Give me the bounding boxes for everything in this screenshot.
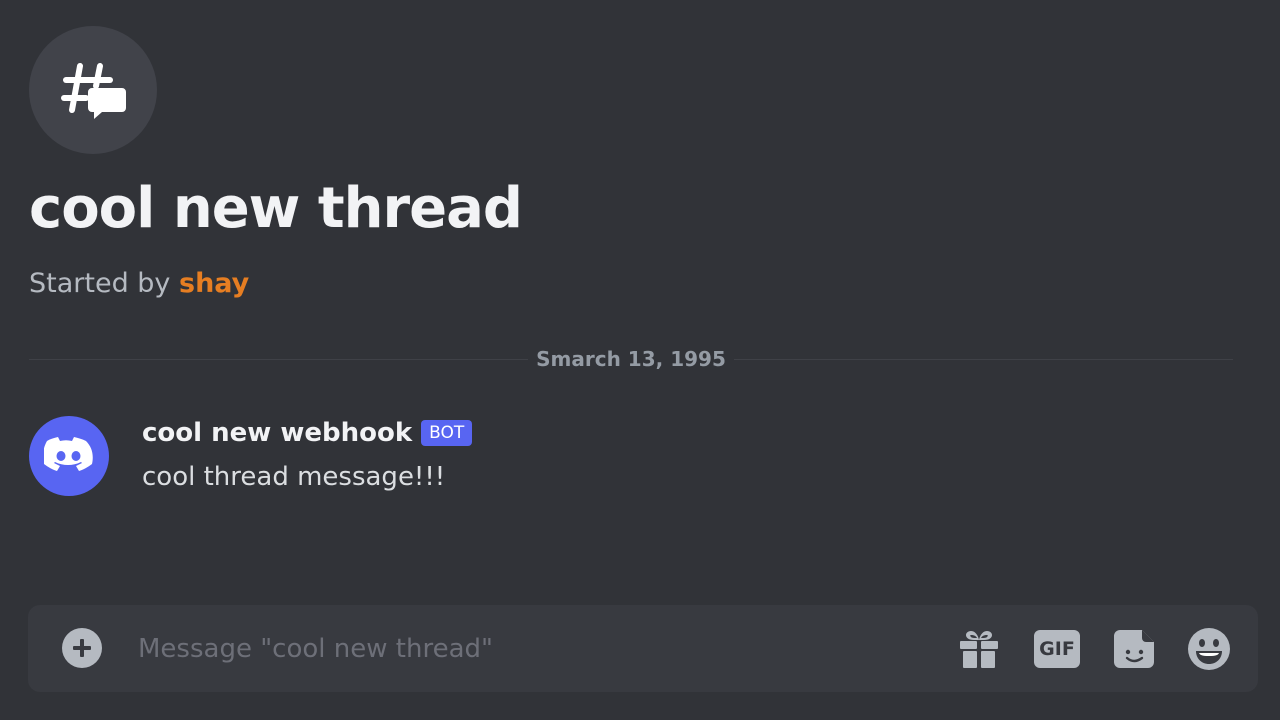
thread-icon <box>29 26 157 154</box>
message-username[interactable]: cool new webhook <box>142 418 412 448</box>
divider-line-right <box>733 358 1233 360</box>
avatar[interactable] <box>29 416 109 496</box>
gif-button[interactable]: GIF <box>1034 627 1080 671</box>
divider-line-left <box>29 358 529 360</box>
gif-icon: GIF <box>1034 630 1080 668</box>
message-header: cool new webhook BOT <box>142 418 473 448</box>
emoji-icon <box>1188 628 1230 670</box>
thread-view: cool new thread Started by shay Smarch 1… <box>0 0 1280 720</box>
sticker-icon <box>1114 630 1154 668</box>
emoji-button[interactable] <box>1186 627 1232 671</box>
sticker-button[interactable] <box>1112 627 1158 671</box>
add-attachment-button[interactable] <box>62 628 102 668</box>
thread-author-link[interactable]: shay <box>179 268 249 299</box>
discord-logo-icon <box>44 437 93 471</box>
gift-icon <box>960 631 998 668</box>
bot-badge: BOT <box>421 420 473 446</box>
date-divider: Smarch 13, 1995 <box>29 345 1233 373</box>
divider-date: Smarch 13, 1995 <box>536 347 726 371</box>
message-composer: GIF <box>28 605 1258 692</box>
thread-title: cool new thread <box>29 176 523 241</box>
message-input[interactable] <box>138 623 918 675</box>
started-by-label: Started by <box>29 268 179 299</box>
add-circle-icon <box>73 639 91 657</box>
message-text: cool thread message!!! <box>142 462 446 492</box>
thread-started-by: Started by shay <box>29 268 249 299</box>
message-item: cool new webhook BOT cool thread message… <box>29 416 1229 506</box>
gift-button[interactable] <box>956 627 1002 671</box>
